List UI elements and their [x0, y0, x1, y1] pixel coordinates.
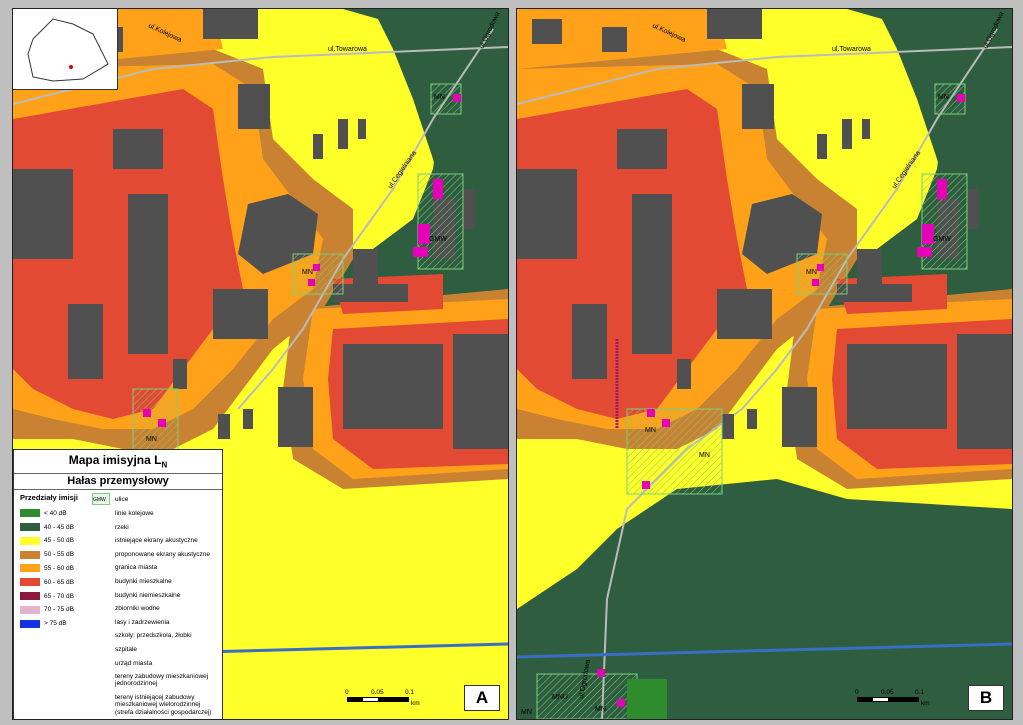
- legend-range-item: > 75 dB: [20, 617, 92, 631]
- city-hall-icon: [92, 493, 110, 668]
- street-label: ul.Towarowa: [328, 46, 367, 53]
- legend-ranges-heading: Przedziały imisji: [20, 493, 78, 503]
- multi-family-zone-icon: GMW: [92, 493, 110, 711]
- legend-symbol-item: urząd miasta: [92, 493, 220, 671]
- map-figure: GMW MN MN MN ul.Towarowa ul.Cegielniana …: [0, 0, 1023, 725]
- legend-symbol-item: zbiorniki wodne: [92, 495, 220, 616]
- water-body-icon: [92, 495, 110, 614]
- locator-inset: [13, 9, 118, 90]
- zone-label: MN: [302, 269, 313, 276]
- zone-label: MN: [938, 94, 949, 101]
- noise-map-b: GMW MN MN MN MN MNU MN MN ul.Towarowa ul…: [517, 9, 1012, 719]
- svg-text:GMW: GMW: [93, 497, 106, 503]
- railway-line-icon: [92, 493, 110, 519]
- locator-map: [27, 18, 109, 82]
- hospital-icon: [92, 493, 110, 655]
- legend-symbol-item: budynki niemieszkalne: [92, 493, 220, 603]
- single-family-zone: [132, 388, 179, 455]
- legend-symbol-item: GMW tereny istniejącej zabudowy mieszkani…: [92, 493, 220, 719]
- legend-symbol-item: istniejące ekrany akustyczne: [92, 493, 220, 548]
- legend-symbol-item: szkoły; przedszkola, żłobki: [92, 494, 220, 643]
- range-swatch: [20, 564, 40, 573]
- range-swatch: [20, 550, 40, 559]
- range-swatch: [20, 509, 40, 518]
- zone-label: MN: [434, 94, 445, 101]
- zone-label: MN: [806, 269, 817, 276]
- panel-label-a: A: [464, 685, 500, 711]
- zone-label: MN: [595, 706, 606, 713]
- range-swatch: [20, 619, 40, 628]
- city-boundary-icon: [92, 493, 110, 573]
- range-swatch: [20, 578, 40, 587]
- legend-symbols: ulice linie kolejowe rzeki istniejące ek…: [92, 493, 220, 719]
- school-icon: [92, 494, 110, 641]
- legend-range-item: 45 - 50 dB: [20, 534, 92, 548]
- legend-range-item: 55 - 60 dB: [20, 562, 92, 576]
- legend-symbol-item: budynki mieszkalne: [92, 493, 220, 589]
- map-panel-a: GMW MN MN MN ul.Towarowa ul.Cegielniana …: [12, 8, 509, 720]
- range-swatch: [20, 605, 40, 614]
- zone-label: MN: [521, 709, 532, 716]
- proposed-barrier-icon: [92, 493, 110, 560]
- legend-symbol-item: linie kolejowe: [92, 493, 220, 521]
- zone-label: MN: [146, 436, 157, 443]
- legend-symbol-item: ulice: [92, 493, 220, 507]
- residential-building-icon: [92, 493, 110, 587]
- legend-symbol-item: lasy i zadrzewienia: [92, 495, 220, 630]
- zone-label: GMW: [933, 236, 951, 243]
- range-swatch: [20, 592, 40, 601]
- scale-bar: 0 0.05 0.1 km: [345, 689, 420, 707]
- legend-symbol-item: granica miasta: [92, 493, 220, 575]
- street-label: ul.Towarowa: [832, 46, 871, 53]
- scale-bar: 0 0.05 0.1 km: [855, 689, 930, 707]
- existing-barrier-icon: [92, 493, 110, 546]
- legend-range-item: 40 - 45 dB: [20, 520, 92, 534]
- forest-icon: [92, 495, 110, 628]
- zone-label: GMW: [429, 236, 447, 243]
- legend-range-item: 65 - 70 dB: [20, 589, 92, 603]
- legend-title: Mapa imisyjna LN: [14, 450, 222, 475]
- legend-range-item: < 40 dB: [20, 506, 92, 520]
- zone-label: MN: [699, 452, 710, 459]
- legend-subtitle: Hałas przemysłowy: [14, 474, 222, 491]
- non-residential-building-icon: [92, 493, 110, 600]
- zone-label: MN: [645, 427, 656, 434]
- legend-symbol-item: proponowane ekrany akustyczne: [92, 493, 220, 562]
- legend-symbol-item: szpitale: [92, 493, 220, 657]
- single-family-zone-icon: MN: [92, 493, 110, 686]
- legend-range-item: 70 - 75 dB: [20, 603, 92, 617]
- legend-ranges: < 40 dB 40 - 45 dB 45 - 50 dB 50 - 55 dB…: [20, 506, 92, 630]
- legend-range-item: 50 - 55 dB: [20, 548, 92, 562]
- map-legend: Mapa imisyjna LN Hałas przemysłowy Przed…: [13, 449, 223, 719]
- river-line-icon: [92, 494, 110, 532]
- legend-symbol-item: rzeki: [92, 494, 220, 535]
- range-swatch: [20, 536, 40, 545]
- map-panel-b: GMW MN MN MN MN MNU MN MN ul.Towarowa ul…: [516, 8, 1013, 720]
- range-swatch: [20, 523, 40, 532]
- zone-label: MNU: [552, 694, 568, 701]
- noise-zone-below-40: [627, 679, 667, 719]
- legend-symbol-item: MNtereny zabudowy mieszkaniowej jednorod…: [92, 493, 220, 690]
- panel-label-b: B: [968, 685, 1004, 711]
- legend-range-item: 60 - 65 dB: [20, 575, 92, 589]
